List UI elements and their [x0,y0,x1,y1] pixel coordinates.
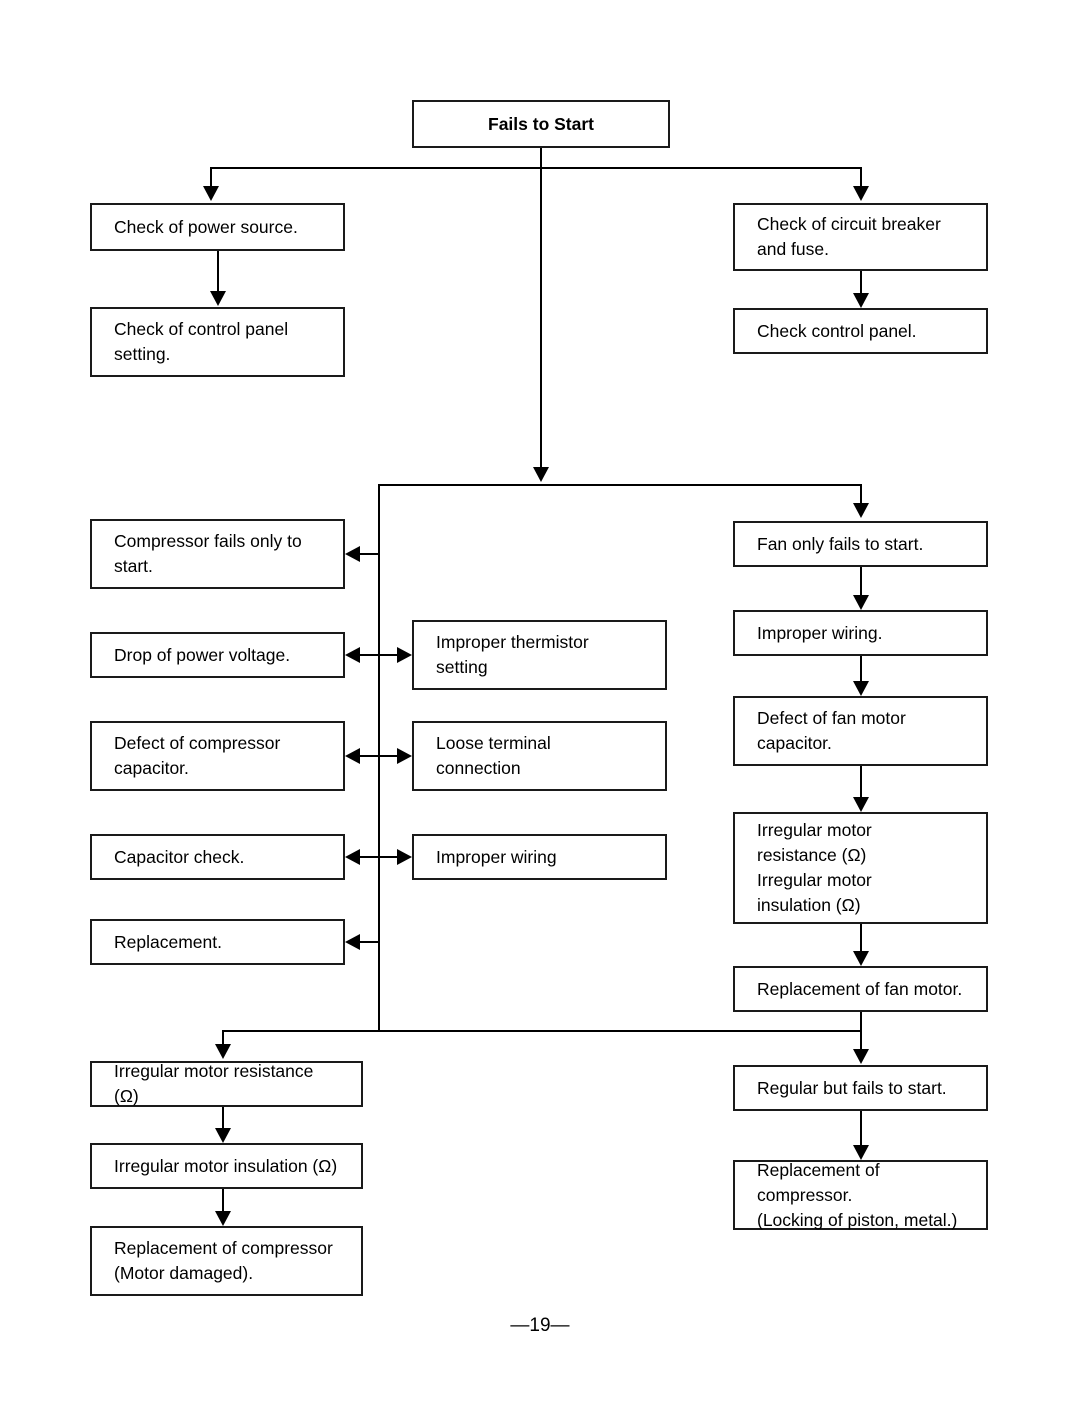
connector-b2-b3 [222,1189,224,1211]
arrowhead-down-icon [215,1128,231,1143]
node-label: Improper thermistor setting [436,632,589,677]
arrowhead-left-icon [345,546,360,562]
node-label: Check of circuit breaker and fuse. [757,214,941,259]
node-replacement: Replacement. [90,919,345,965]
node-replacement-of-compressor-motor-damaged: Replacement of compressor (Motor damaged… [90,1226,363,1296]
node-label: Improper wiring [436,846,557,867]
node-label: Capacitor check. [114,846,245,867]
node-label: Irregular motor insulation (Ω) [114,1155,338,1176]
node-label: Irregular motor resistance (Ω) Irregular… [757,820,872,915]
arrowhead-left-icon [345,849,360,865]
connector-f1-f2 [860,567,862,595]
arrowhead-down-icon [853,951,869,966]
node-check-of-power-source: Check of power source. [90,203,345,251]
arrowhead-right-icon [397,647,412,663]
node-drop-of-power-voltage: Drop of power voltage. [90,632,345,678]
connector-hub-bus [378,484,862,486]
node-label: Check control panel. [757,320,917,341]
connector-top-bus-left-drop [210,167,212,187]
node-improper-wiring-fan: Improper wiring. [733,610,988,656]
connector-spine-to-c5 [360,941,380,943]
arrowhead-down-icon [215,1211,231,1226]
arrowhead-left-icon [345,934,360,950]
node-check-of-control-panel-setting: Check of control panel setting. [90,307,345,377]
connector-spine-to-m2 [380,755,397,757]
connector-top-bus [210,167,862,169]
node-regular-but-fails-to-start: Regular but fails to start. [733,1065,988,1111]
arrowhead-down-icon [853,1049,869,1064]
node-label: Fails to Start [488,113,594,134]
arrowhead-down-icon [533,467,549,482]
connector-spine-to-c4 [360,856,380,858]
connector-f5-to-bottom-bus [860,1012,862,1032]
connector-bottom-bus-right-drop [860,1030,862,1050]
arrowhead-right-icon [397,849,412,865]
node-label: Fan only fails to start. [757,533,924,554]
node-defect-of-compressor-capacitor: Defect of compressor capacitor. [90,721,345,791]
arrowhead-down-icon [853,503,869,518]
node-label: Check of control panel setting. [114,319,289,364]
connector-r1-r2 [860,271,862,293]
node-label: Check of power source. [114,216,298,237]
connector-left-spine [378,484,380,1032]
arrowhead-left-icon [345,748,360,764]
node-loose-terminal-connection: Loose terminal connection [412,721,667,791]
connector-spine-to-c3 [360,755,380,757]
arrowhead-down-icon [853,186,869,201]
connector-spine-to-c1 [360,553,380,555]
node-label: Replacement of fan motor. [757,978,963,999]
node-label: Irregular motor resistance (Ω) [114,1061,314,1106]
node-label: Drop of power voltage. [114,644,291,665]
node-compressor-fails-only-to-start: Compressor fails only to start. [90,519,345,589]
node-label: Improper wiring. [757,622,883,643]
node-irregular-motor-resistance-insulation-fan: Irregular motor resistance (Ω) Irregular… [733,812,988,924]
node-improper-thermistor-setting: Improper thermistor setting [412,620,667,690]
arrowhead-down-icon [210,291,226,306]
node-defect-of-fan-motor-capacitor: Defect of fan motor capacitor. [733,696,988,766]
node-irregular-motor-insulation: Irregular motor insulation (Ω) [90,1143,363,1189]
node-label: Replacement. [114,931,222,952]
node-replacement-of-compressor-locking: Replacement of compressor. (Locking of p… [733,1160,988,1230]
connector-title-to-hub [540,167,542,467]
node-label: Compressor fails only to start. [114,531,302,576]
connector-spine-to-m1 [380,654,397,656]
page-number: —19— [510,1315,570,1336]
arrowhead-left-icon [345,647,360,663]
flowchart-page: Fails to Start Check of power source. Ch… [0,0,1080,1405]
connector-spine-to-m3 [380,856,397,858]
arrowhead-right-icon [397,748,412,764]
connector-top-bus-right-drop [860,167,862,187]
arrowhead-down-icon [853,681,869,696]
connector-f4-f5 [860,924,862,951]
connector-f2-f3 [860,656,862,681]
connector-b4-b5 [860,1111,862,1145]
node-irregular-motor-resistance: Irregular motor resistance (Ω) [90,1061,363,1107]
node-check-of-circuit-breaker-and-fuse: Check of circuit breaker and fuse. [733,203,988,271]
node-label: Loose terminal connection [436,733,551,778]
arrowhead-down-icon [215,1044,231,1059]
node-fails-to-start: Fails to Start [412,100,670,148]
connector-b1-b2 [222,1107,224,1128]
arrowhead-down-icon [853,595,869,610]
node-label: Replacement of compressor. (Locking of p… [757,1159,958,1230]
node-label: Defect of compressor capacitor. [114,733,281,778]
connector-title-stem [540,148,542,168]
arrowhead-down-icon [853,797,869,812]
connector-l1-l2 [217,251,219,291]
connector-bottom-bus-left-drop [222,1030,224,1045]
node-label: Replacement of compressor (Motor damaged… [114,1238,333,1283]
node-capacitor-check: Capacitor check. [90,834,345,880]
node-improper-wiring-middle: Improper wiring [412,834,667,880]
node-label: Defect of fan motor capacitor. [757,708,906,753]
connector-f3-f4 [860,766,862,797]
connector-bottom-bus [222,1030,862,1032]
arrowhead-down-icon [203,186,219,201]
node-replacement-of-fan-motor: Replacement of fan motor. [733,966,988,1012]
connector-spine-to-c2 [360,654,380,656]
node-fan-only-fails-to-start: Fan only fails to start. [733,521,988,567]
node-label: Regular but fails to start. [757,1077,947,1098]
node-check-control-panel: Check control panel. [733,308,988,354]
connector-hub-bus-right-drop [860,484,862,504]
arrowhead-down-icon [853,293,869,308]
